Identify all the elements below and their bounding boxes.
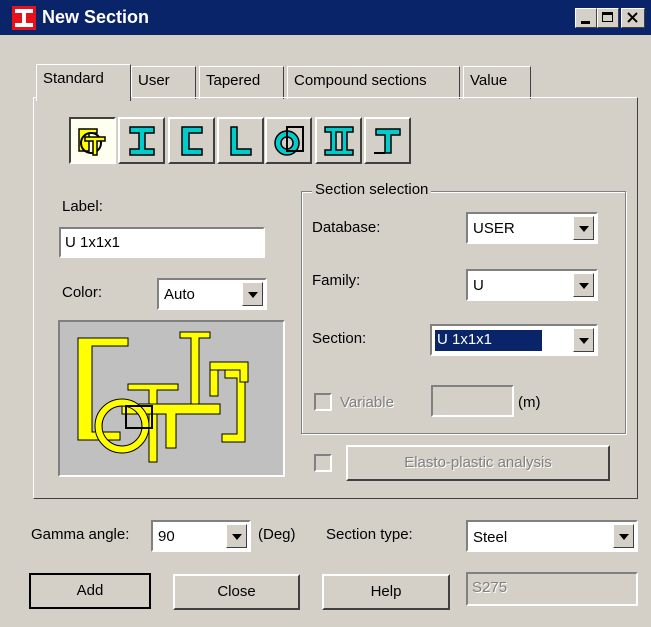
close-button[interactable]: Close — [173, 574, 300, 610]
color-select[interactable]: Auto — [157, 278, 267, 310]
database-select[interactable]: USER — [466, 212, 598, 244]
window-title: New Section — [42, 7, 150, 27]
tab-compound-sections[interactable]: Compound sections — [287, 66, 460, 99]
section-type-value: Steel — [473, 529, 508, 546]
chevron-down-icon[interactable] — [226, 524, 247, 548]
compound-section-type-button[interactable] — [69, 117, 116, 164]
i-beam-icon — [129, 126, 155, 156]
minimize-icon — [581, 21, 590, 24]
title-bar: New Section — [0, 0, 651, 35]
color-select-value: Auto — [164, 286, 195, 303]
elasto-plastic-button[interactable]: Elasto-plastic analysis — [346, 445, 610, 481]
material-field[interactable]: S275 — [466, 572, 638, 606]
database-select-value: USER — [473, 220, 515, 237]
label-input[interactable]: U 1x1x1 — [59, 227, 265, 258]
app-icon — [12, 6, 36, 30]
section-caption: Section: — [312, 330, 367, 347]
maximize-button[interactable] — [597, 8, 619, 28]
close-window-button[interactable] — [621, 8, 645, 28]
minimize-button[interactable] — [575, 8, 597, 28]
color-caption: Color: — [62, 284, 103, 301]
tee-section-icon — [374, 128, 401, 154]
angle-type-button[interactable] — [217, 117, 264, 164]
chevron-down-icon[interactable] — [613, 524, 634, 548]
variable-checkbox[interactable] — [314, 393, 332, 411]
tube-section-icon — [274, 126, 304, 156]
family-caption: Family: — [312, 272, 361, 289]
chevron-down-icon[interactable] — [573, 273, 594, 297]
add-button[interactable]: Add — [29, 573, 151, 609]
double-i-type-button[interactable] — [315, 117, 362, 164]
maximize-icon — [602, 12, 613, 22]
variable-unit: (m) — [518, 394, 541, 411]
section-select[interactable]: U 1x1x1 — [430, 324, 598, 356]
angle-section-icon — [230, 126, 252, 156]
label-input-value: U 1x1x1 — [65, 234, 121, 251]
section-select-value: U 1x1x1 — [433, 329, 544, 352]
label-caption: Label: — [62, 198, 103, 215]
section-selection-title: Section selection — [312, 181, 432, 198]
gamma-angle-unit: (Deg) — [258, 526, 296, 543]
double-i-section-icon — [324, 126, 354, 156]
section-preview-drawing — [77, 331, 249, 463]
close-icon — [627, 12, 638, 23]
gamma-angle-caption: Gamma angle: — [31, 526, 130, 543]
variable-input[interactable] — [431, 385, 514, 417]
database-caption: Database: — [312, 219, 381, 236]
tube-type-button[interactable] — [265, 117, 312, 164]
section-type-select[interactable]: Steel — [466, 520, 638, 552]
new-section-dialog: New Section Standard User Tapered Compou… — [0, 0, 651, 627]
chevron-down-icon[interactable] — [242, 282, 263, 306]
gamma-angle-value: 90 — [158, 528, 175, 545]
material-value: S275 — [472, 579, 508, 596]
tab-tapered[interactable]: Tapered — [199, 66, 284, 99]
help-button[interactable]: Help — [322, 574, 450, 610]
compound-section-icon — [78, 128, 106, 156]
section-type-caption: Section type: — [326, 526, 413, 543]
chevron-down-icon[interactable] — [573, 328, 594, 352]
family-select-value: U — [473, 277, 484, 294]
tee-type-button[interactable] — [364, 117, 411, 164]
chevron-down-icon[interactable] — [573, 216, 594, 240]
section-preview — [58, 320, 285, 477]
family-select[interactable]: U — [466, 269, 598, 301]
gamma-angle-select[interactable]: 90 — [151, 520, 251, 552]
tab-user[interactable]: User — [131, 66, 196, 99]
elasto-plastic-checkbox[interactable] — [314, 454, 332, 472]
i-beam-type-button[interactable] — [118, 117, 165, 164]
channel-section-icon — [181, 126, 203, 156]
tab-standard[interactable]: Standard — [36, 64, 131, 101]
channel-type-button[interactable] — [168, 117, 215, 164]
tab-value[interactable]: Value — [463, 66, 531, 99]
variable-label: Variable — [340, 394, 394, 411]
